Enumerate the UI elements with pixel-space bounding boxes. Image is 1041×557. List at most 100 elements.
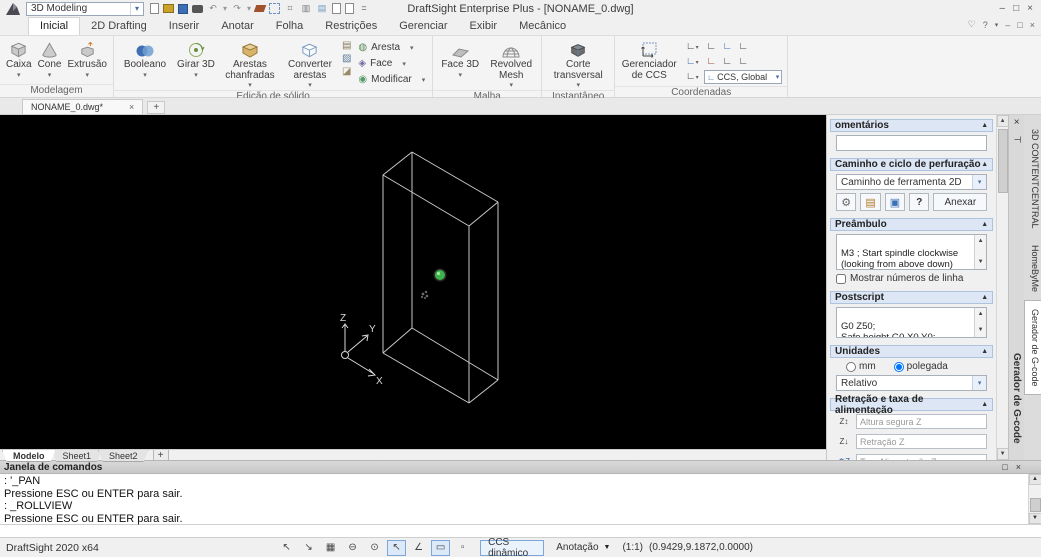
safe-height-input[interactable] bbox=[856, 414, 988, 429]
gerenciador-ccs-button[interactable]: Gerenciador de CCS bbox=[618, 38, 680, 82]
pan-icon[interactable]: ⌗ bbox=[284, 3, 296, 14]
ccs-preset-icon[interactable]: ∟ bbox=[736, 56, 750, 68]
ccs-preset-icon[interactable]: ∟ bbox=[704, 56, 718, 68]
doc-minimize-button[interactable]: – bbox=[1005, 20, 1010, 30]
ccs-preset-icon[interactable]: ∟ bbox=[736, 41, 750, 53]
panel-close-icon[interactable]: × bbox=[1014, 117, 1020, 128]
help-button[interactable]: ? bbox=[909, 193, 930, 211]
workspace-selector[interactable]: 3D Modeling ▾ bbox=[26, 1, 144, 16]
properties-icon[interactable]: ▥ bbox=[300, 3, 312, 14]
chevron-down-icon[interactable]: ▾ bbox=[776, 73, 780, 81]
section-header[interactable]: Preâmbulo ▲ bbox=[830, 218, 994, 231]
command-window-header[interactable]: Janela de comandos □ × bbox=[0, 461, 1041, 474]
mm-radio[interactable] bbox=[846, 361, 856, 372]
document-tab[interactable]: NONAME_0.dwg* × bbox=[22, 99, 144, 114]
app-menu-icon[interactable]: = bbox=[358, 3, 370, 14]
ccs-selector[interactable]: ∟ CCS, Global ▾ bbox=[704, 70, 783, 84]
etrack-toggle-icon[interactable]: ∠ bbox=[409, 540, 428, 556]
dropdown-arrow-icon[interactable]: ▾ bbox=[308, 82, 312, 89]
revolved-mesh-button[interactable]: Revolved Mesh ▾ bbox=[484, 38, 538, 90]
panel-scrollbar[interactable]: ▲ ▼ bbox=[996, 115, 1009, 460]
ccs-preset-icon[interactable]: ∟ bbox=[720, 41, 734, 53]
extrusao-button[interactable]: Extrusão ▾ bbox=[64, 38, 109, 80]
scroll-down-icon[interactable]: ▼ bbox=[978, 257, 984, 268]
pointer-toggle-icon[interactable]: ↘ bbox=[299, 540, 318, 556]
dropdown-arrow-icon[interactable]: ▾ bbox=[509, 82, 513, 89]
polar-toggle-icon[interactable]: ⊙ bbox=[365, 540, 384, 556]
ccs-preset-icon[interactable]: ∟ bbox=[704, 41, 718, 53]
annotation-scale-dropdown[interactable]: Anotação ▼ bbox=[556, 542, 610, 553]
arestas-chanfradas-button[interactable]: Arestas chanfradas ▾ bbox=[219, 38, 281, 90]
sheet-tab-sheet2[interactable]: Sheet2 bbox=[98, 450, 149, 462]
textarea-scrollbar[interactable]: ▲ ▼ bbox=[974, 308, 987, 337]
girar-3d-button[interactable]: Girar 3D ▾ bbox=[173, 38, 219, 80]
scroll-up-icon[interactable]: ▲ bbox=[978, 309, 984, 320]
section-header[interactable]: omentários ▲ bbox=[830, 119, 994, 132]
cone-button[interactable]: Cone ▾ bbox=[35, 38, 65, 80]
dropdown-arrow-icon[interactable]: ▾ bbox=[422, 76, 426, 84]
redo-dropdown-icon[interactable]: ▾ bbox=[247, 4, 251, 13]
grid-toggle-icon[interactable]: ▦ bbox=[321, 540, 340, 556]
esnap-toggle-icon[interactable]: ↖ bbox=[387, 539, 407, 556]
collapse-arrow-icon[interactable]: ▲ bbox=[981, 122, 988, 129]
toolpath-type-dropdown[interactable]: Caminho de ferramenta 2D ▾ bbox=[836, 174, 988, 190]
tab-mecanico[interactable]: Mecânico bbox=[508, 18, 577, 35]
scroll-down-icon[interactable]: ▼ bbox=[1028, 513, 1041, 524]
ccs-preset-icon[interactable]: ∟▾ bbox=[682, 56, 702, 69]
scroll-up-icon[interactable]: ▲ bbox=[1028, 474, 1041, 485]
aresta-button[interactable]: ◍ Aresta ▾ bbox=[356, 40, 427, 55]
ortho-toggle-icon[interactable]: ⊖ bbox=[343, 540, 362, 556]
copy-icon[interactable]: ▤ bbox=[316, 3, 328, 14]
tab-anotar[interactable]: Anotar bbox=[210, 18, 264, 35]
help-dropdown-icon[interactable]: ▾ bbox=[995, 21, 999, 29]
scroll-down-icon[interactable]: ▼ bbox=[996, 448, 1009, 460]
tab-gerador-de-gcode[interactable]: Gerador de G-code bbox=[1024, 299, 1041, 396]
format-painter-icon[interactable] bbox=[253, 5, 267, 12]
dropdown-arrow-icon[interactable]: ▾ bbox=[85, 72, 89, 79]
dropdown-arrow-icon[interactable]: ▾ bbox=[248, 82, 252, 89]
undo-icon[interactable]: ↶ bbox=[207, 3, 219, 14]
collapse-arrow-icon[interactable]: ▲ bbox=[981, 294, 988, 301]
face-3d-button[interactable]: Face 3D ▾ bbox=[436, 38, 484, 80]
help-button[interactable]: ? bbox=[983, 20, 988, 30]
face-button[interactable]: ◈ Face ▾ bbox=[356, 56, 427, 71]
anexar-button[interactable]: Anexar bbox=[933, 193, 988, 211]
dropdown-arrow-icon[interactable]: ▾ bbox=[410, 44, 414, 52]
tab-inserir[interactable]: Inserir bbox=[158, 18, 211, 35]
preamble-textarea[interactable]: M3 ; Start spindle clockwise (looking fr… bbox=[836, 234, 988, 270]
save-icon[interactable] bbox=[178, 3, 188, 14]
ccs-preset-icon[interactable]: ∟▾ bbox=[682, 71, 702, 84]
delete-face-icon[interactable]: ◪ bbox=[342, 66, 351, 77]
print-icon[interactable] bbox=[192, 4, 203, 13]
scrollbar-thumb[interactable] bbox=[997, 129, 1008, 193]
post-process-button[interactable]: ▤ bbox=[860, 193, 881, 211]
undock-icon[interactable]: □ bbox=[1002, 462, 1007, 472]
export-sheet-icon[interactable] bbox=[345, 3, 355, 14]
open-file-icon[interactable] bbox=[163, 4, 174, 13]
chevron-down-icon[interactable]: ▾ bbox=[972, 376, 987, 390]
collapse-arrow-icon[interactable]: ▲ bbox=[981, 348, 988, 355]
section-header[interactable]: Retração e taxa de alimentação ▲ bbox=[830, 394, 994, 416]
tab-gerenciar[interactable]: Gerenciar bbox=[388, 18, 458, 35]
shell-solid-icon[interactable]: ▨ bbox=[342, 53, 351, 64]
mm-radio-row[interactable]: mm bbox=[846, 361, 876, 372]
postscript-textarea[interactable]: G0 Z50; Safe height G0 X0 Y0; M30; Rewin… bbox=[836, 307, 988, 338]
feedback-heart-icon[interactable]: ♡ bbox=[968, 19, 976, 30]
viewport[interactable]: Z Y X bbox=[0, 115, 826, 449]
tab-homebyme[interactable]: HomeByMe bbox=[1024, 237, 1041, 300]
section-header[interactable]: Caminho e ciclo de perfuração ▲ bbox=[830, 158, 994, 171]
command-history[interactable]: : '_PAN Pressione ESC ou ENTER para sair… bbox=[0, 474, 1041, 525]
scrollbar-thumb[interactable] bbox=[1029, 498, 1041, 512]
command-input[interactable] bbox=[0, 524, 1041, 537]
collapse-arrow-icon[interactable]: ▲ bbox=[981, 401, 988, 408]
tab-exibir[interactable]: Exibir bbox=[459, 18, 509, 35]
tab-folha[interactable]: Folha bbox=[265, 18, 315, 35]
panel-pin-icon[interactable]: ⊤ bbox=[1011, 136, 1022, 144]
doc-restore-button[interactable]: □ bbox=[1017, 20, 1022, 30]
document-tab-close-icon[interactable]: × bbox=[129, 102, 134, 112]
collapse-arrow-icon[interactable]: ▲ bbox=[981, 221, 988, 228]
show-line-numbers-row[interactable]: Mostrar números de linha bbox=[836, 273, 987, 284]
dropdown-arrow-icon[interactable]: ▾ bbox=[576, 82, 580, 89]
ccs-preset-icon[interactable]: ∟▾ bbox=[682, 41, 702, 54]
tab-2d-drafting[interactable]: 2D Drafting bbox=[80, 18, 158, 35]
